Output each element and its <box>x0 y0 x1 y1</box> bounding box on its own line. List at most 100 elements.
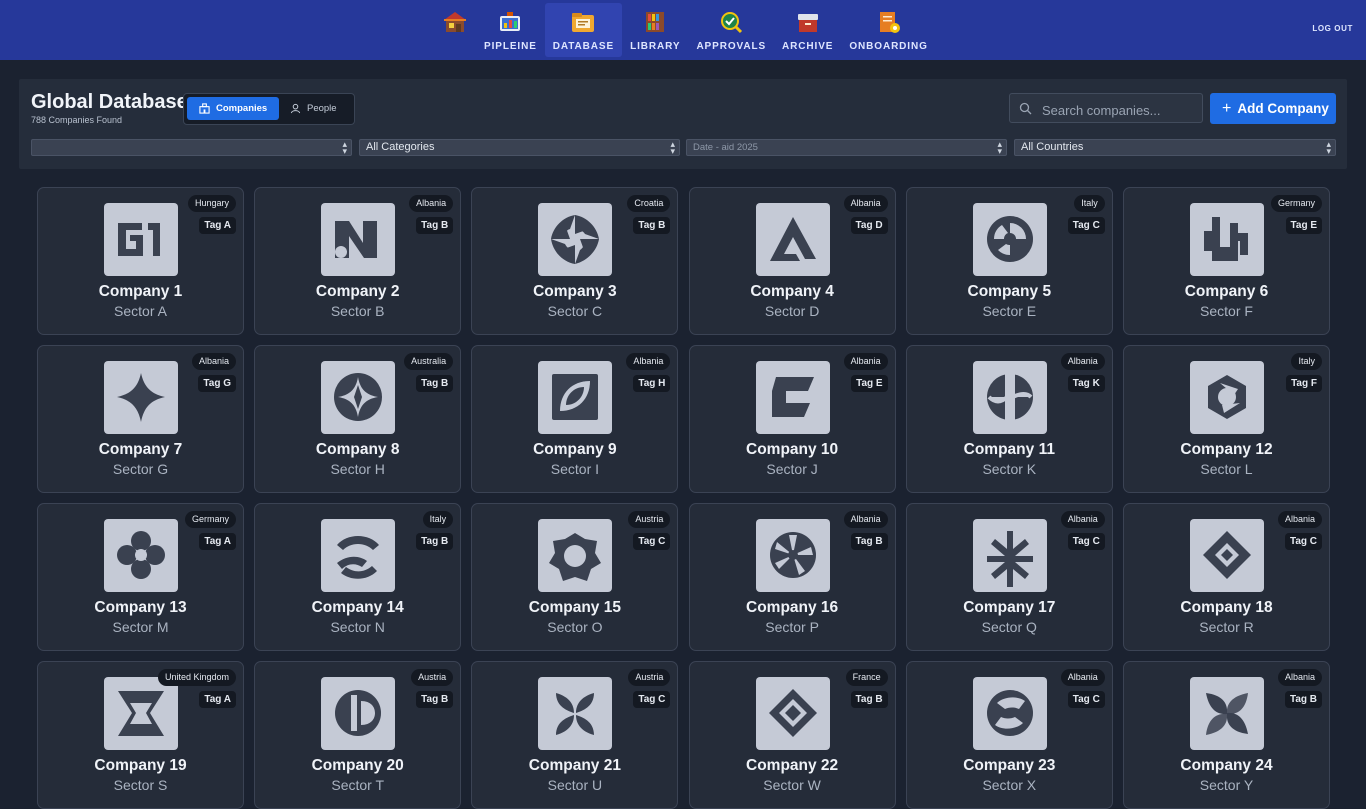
company-logo <box>972 203 1047 276</box>
buildings-icon <box>199 103 210 114</box>
company-logo-icon <box>335 690 382 736</box>
company-card[interactable]: Albania Tag D Company 4 Sector D <box>688 187 896 335</box>
company-card[interactable]: Croatia Tag B Company 3 Sector C <box>471 187 679 335</box>
company-name: Company 10 <box>746 441 839 458</box>
companies-toggle-button[interactable]: Companies <box>187 97 279 120</box>
company-sector: Sector N <box>330 619 385 635</box>
company-card[interactable]: Albania Tag C Company 17 Sector Q <box>905 503 1113 651</box>
country-badge: Albania <box>1060 669 1105 686</box>
nav-item-archive[interactable]: ARCHIVE <box>774 3 841 57</box>
company-logo <box>755 519 830 592</box>
company-logo-icon <box>337 536 380 579</box>
company-card[interactable]: Albania Tag B Company 2 Sector B <box>254 187 462 335</box>
company-logo-icon <box>986 531 1033 587</box>
country-filter-select[interactable]: All Countries ▴ ▾ <box>1014 139 1336 156</box>
company-name: Company 8 <box>315 441 400 458</box>
company-card[interactable]: Austria Tag C Company 15 Sector O <box>471 503 679 651</box>
country-badge: Croatia <box>627 195 671 212</box>
country-badge: Italy <box>422 511 454 528</box>
country-badge: United Kingdom <box>157 669 236 686</box>
nav-item-approvals[interactable]: APPROVALS <box>688 3 774 57</box>
company-sector: Sector L <box>1200 461 1253 477</box>
company-name: Company 2 <box>315 283 400 300</box>
logout-button[interactable]: LOG OUT <box>1312 24 1353 33</box>
company-name: Company 11 <box>963 441 1055 458</box>
company-card[interactable]: Albania Tag B Company 16 Sector P <box>688 503 896 651</box>
company-card[interactable]: Albania Tag B Company 24 Sector Y <box>1123 661 1330 809</box>
company-sector: Sector O <box>547 619 603 635</box>
company-sector: Sector X <box>982 777 1037 793</box>
company-sector: Sector D <box>764 303 820 319</box>
company-card[interactable]: Italy Tag F Company 12 Sector L <box>1123 345 1330 493</box>
country-badge: Germany <box>1270 195 1322 212</box>
add-company-button[interactable]: + Add Company <box>1210 93 1336 124</box>
company-name: Company 13 <box>94 599 187 616</box>
nav-item-database[interactable]: DATABASE <box>544 3 623 57</box>
company-sector: Sector F <box>1200 303 1253 319</box>
company-sector: Sector Q <box>981 619 1037 635</box>
company-card[interactable]: Australia Tag B Company 8 Sector H <box>254 345 462 493</box>
company-name: Company 23 <box>963 757 1056 774</box>
user-icon <box>290 103 301 114</box>
company-name: Company 22 <box>746 757 839 774</box>
company-logo-icon <box>118 223 160 256</box>
nav-item-pipeline[interactable]: PIPLEINE <box>476 3 545 57</box>
country-filter-value: All Countries <box>1021 141 1084 153</box>
company-card[interactable]: Albania Tag G Company 7 Sector G <box>37 345 244 493</box>
category-filter-select[interactable]: All Categories ▴ ▾ <box>359 139 680 156</box>
company-logo <box>972 361 1047 434</box>
company-card[interactable]: Albania Tag E Company 10 Sector J <box>688 345 896 493</box>
date-filter-select[interactable]: Date - aid 2025 ▴ ▾ <box>686 139 1007 156</box>
library-icon <box>646 12 665 32</box>
company-sector: Sector U <box>547 777 603 793</box>
tag-badge: Tag B <box>416 533 454 550</box>
tag-badge: Tag C <box>633 691 671 708</box>
country-badge: Albania <box>409 195 454 212</box>
tag-badge: Tag K <box>1067 375 1105 392</box>
plus-icon: + <box>1222 99 1232 117</box>
company-sector: Sector J <box>766 461 818 477</box>
company-card[interactable]: Hungary Tag A Company 1 Sector A <box>37 187 244 335</box>
company-card[interactable]: Albania Tag C Company 23 Sector X <box>905 661 1113 809</box>
company-logo <box>755 361 830 434</box>
company-name: Company 18 <box>1180 599 1273 616</box>
company-sector: Sector M <box>112 619 169 635</box>
country-badge: Hungary <box>187 195 236 212</box>
company-card[interactable]: Albania Tag C Company 18 Sector R <box>1123 503 1330 651</box>
company-card[interactable]: France Tag B Company 22 Sector W <box>688 661 896 809</box>
country-badge: Albania <box>843 511 888 528</box>
country-badge: Australia <box>404 353 454 370</box>
sector-filter-select[interactable]: ▴ ▾ <box>31 139 352 156</box>
company-card[interactable]: Austria Tag B Company 20 Sector T <box>254 661 462 809</box>
company-name: Company 6 <box>1184 283 1269 300</box>
country-badge: Austria <box>628 669 671 686</box>
company-card[interactable]: Italy Tag C Company 5 Sector E <box>905 187 1113 335</box>
company-card[interactable]: Austria Tag C Company 21 Sector U <box>471 661 679 809</box>
company-sector: Sector G <box>112 461 169 477</box>
company-name: Company 4 <box>750 283 834 300</box>
search-input[interactable] <box>1040 98 1202 122</box>
tag-badge: Tag B <box>416 691 454 708</box>
nav-item-home[interactable] <box>434 3 476 57</box>
company-card[interactable]: Germany Tag A Company 13 Sector M <box>37 503 244 651</box>
company-card[interactable]: Albania Tag H Company 9 Sector I <box>471 345 679 493</box>
nav-item-onboarding[interactable]: ONBOARDING <box>841 3 935 57</box>
company-card[interactable]: Albania Tag K Company 11 Sector K <box>905 345 1113 493</box>
company-card[interactable]: Germany Tag E Company 6 Sector F <box>1123 187 1330 335</box>
people-toggle-button[interactable]: People <box>284 97 350 120</box>
tag-badge: Tag B <box>633 217 671 234</box>
tag-badge: Tag C <box>1067 691 1105 708</box>
company-name: Company 21 <box>528 757 621 774</box>
company-card[interactable]: Italy Tag B Company 14 Sector N <box>254 503 462 651</box>
company-logo-icon <box>556 693 595 735</box>
company-logo-icon <box>986 216 1033 262</box>
company-name: Company 17 <box>963 599 1056 616</box>
date-filter-value: Date - aid 2025 <box>693 142 758 153</box>
nav-item-library[interactable]: LIBRARY <box>622 3 688 57</box>
company-logo-icon <box>551 215 600 264</box>
company-logo <box>1190 203 1264 276</box>
company-logo <box>321 203 396 276</box>
company-card[interactable]: United Kingdom Tag A Company 19 Sector S <box>37 661 244 809</box>
country-badge: Albania <box>1060 511 1105 528</box>
company-name: Company 19 <box>94 757 187 774</box>
